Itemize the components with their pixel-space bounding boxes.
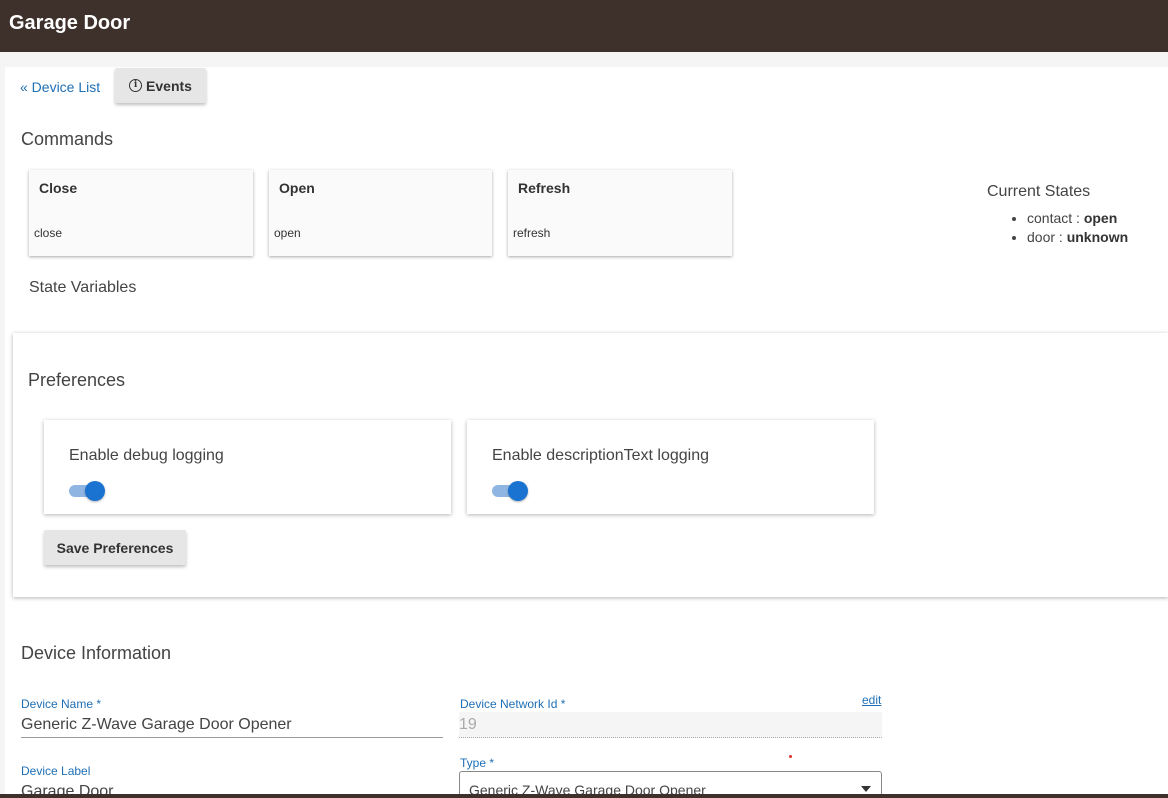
debug-logging-toggle[interactable]	[69, 481, 105, 501]
device-list-link[interactable]: « Device List	[20, 79, 100, 95]
device-label-label: Device Label	[21, 764, 91, 778]
device-information-title: Device Information	[21, 643, 172, 663]
command-open-button[interactable]: Open open	[269, 170, 492, 256]
state-variables-title: State Variables	[29, 279, 137, 296]
command-refresh-button[interactable]: Refresh refresh	[508, 170, 732, 256]
top-bar: Garage Door	[0, 0, 1168, 52]
description-text-logging-toggle[interactable]	[492, 481, 528, 501]
commands-title: Commands	[21, 129, 114, 149]
toggle-knob	[508, 481, 528, 501]
preferences-panel: Preferences Enable debug logging Enable …	[13, 333, 1168, 597]
preference-label: Enable debug logging	[69, 447, 224, 464]
preference-label: Enable descriptionText logging	[492, 447, 710, 464]
command-name: Refresh	[518, 180, 571, 196]
device-name-label: Device Name *	[21, 697, 102, 711]
device-network-id-label: Device Network Id *	[460, 697, 566, 711]
command-name: Close	[39, 180, 78, 196]
events-button[interactable]: i Events	[115, 68, 206, 103]
info-icon: i	[129, 79, 143, 92]
dropdown-caret-icon	[861, 786, 871, 792]
current-states-list: contact : open door : unknown	[1027, 209, 1128, 247]
preference-card-description: Enable descriptionText logging	[467, 420, 874, 514]
preference-card-debug: Enable debug logging	[44, 420, 451, 514]
command-method: refresh	[513, 226, 551, 240]
device-network-id-value: 19	[459, 716, 477, 733]
bottom-bar	[0, 794, 1168, 798]
command-method: close	[34, 226, 63, 240]
type-label: Type *	[460, 756, 495, 770]
state-item: door : unknown	[1027, 228, 1128, 247]
state-key: contact :	[1027, 210, 1084, 226]
preferences-title: Preferences	[28, 370, 126, 390]
command-close-button[interactable]: Close close	[29, 170, 253, 256]
state-value: unknown	[1066, 229, 1129, 245]
page-title: Garage Door	[9, 12, 131, 34]
command-name: Open	[279, 180, 315, 196]
command-method: open	[274, 226, 301, 240]
device-network-id-field: 19	[459, 712, 882, 738]
required-indicator	[789, 755, 792, 758]
edit-network-id-link[interactable]: edit	[862, 693, 881, 707]
state-key: door :	[1027, 229, 1067, 245]
save-preferences-button[interactable]: Save Preferences	[44, 530, 186, 565]
device-name-underline	[21, 737, 443, 738]
state-item: contact : open	[1027, 209, 1128, 228]
device-name-input[interactable]: Generic Z-Wave Garage Door Opener	[21, 716, 292, 734]
state-value: open	[1083, 210, 1118, 226]
main-content: « Device List i Events Commands Close cl…	[5, 67, 1168, 798]
events-button-label: Events	[146, 77, 192, 94]
toggle-knob	[85, 481, 105, 501]
current-states: Current States contact : open door : unk…	[987, 183, 1128, 247]
current-states-title: Current States	[987, 183, 1091, 200]
